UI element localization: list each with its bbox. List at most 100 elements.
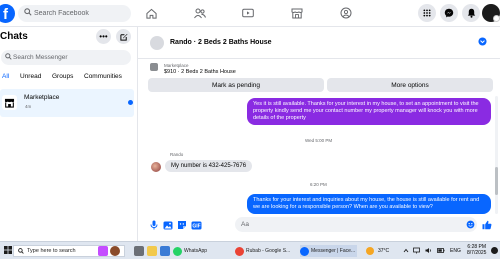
store-icon[interactable] [160,246,170,256]
sender-avatar[interactable] [151,162,161,172]
scrollbar-track [495,96,498,214]
task-view-icon[interactable] [134,246,144,256]
marketplace-icon [4,98,15,108]
message-composer: GIF [138,216,500,236]
search-icon [24,8,32,16]
messenger-button[interactable] [440,4,458,22]
whatsapp-icon [173,246,182,256]
search-icon [5,53,12,60]
message-scrollbar[interactable] [494,96,499,214]
gif-button[interactable]: GIF [190,219,202,231]
copilot-icon[interactable] [98,246,108,256]
svg-text:GIF: GIF [192,223,200,229]
like-button[interactable] [481,219,493,231]
context-label: Marketplace [164,63,189,68]
messenger-search-input[interactable] [13,50,125,65]
volume-icon[interactable] [425,247,432,254]
new-message-button[interactable] [116,29,131,44]
photo-icon [163,221,173,229]
friends-tab[interactable] [190,4,210,22]
attach-photo-button[interactable] [162,219,174,231]
taskbar-app-whatsapp[interactable]: WhatsApp [173,245,207,257]
listing-title[interactable]: Rando · 2 Beds 2 Baths House [170,39,272,46]
thumbs-up-icon [482,220,492,230]
search-icon [18,248,24,254]
facebook-search-input[interactable] [34,6,126,21]
chrome-icon [235,246,244,256]
watch-tab[interactable] [238,4,258,22]
profile-avatar[interactable] [482,4,500,22]
facebook-logo[interactable]: f [0,4,15,23]
message-input-box[interactable] [235,217,477,232]
compose-icon [119,33,127,41]
file-explorer-icon[interactable] [147,246,157,256]
chevron-down-icon[interactable] [478,37,487,46]
home-icon [145,8,157,19]
notification-center-icon[interactable] [491,247,498,254]
menu-button[interactable] [418,4,436,22]
message-timestamp: Wed 5:00 PM [305,138,333,143]
taskbar-app-label: Rubab - Google S... [246,248,291,254]
notifications-button[interactable] [462,4,480,22]
taskbar-app-messenger[interactable]: Messenger | Face... [300,245,358,257]
message-outgoing[interactable]: Yes it is still available. Thanks for yo… [247,98,491,125]
message-outgoing[interactable]: Thanks for your interest and inquiries a… [247,194,491,214]
mark-as-pending-button[interactable]: Mark as pending [148,78,324,92]
chats-title: Chats [0,31,28,42]
taskbar-app-label: WhatsApp [184,248,208,254]
conversation-title: Marketplace [24,94,60,101]
listing-thumbnail [150,63,158,71]
filter-tab-communities[interactable]: Communities [84,73,122,80]
taskbar-search-box[interactable] [13,245,125,257]
more-options-button[interactable]: More options [327,78,493,92]
message-input[interactable] [241,217,461,232]
network-icon[interactable] [413,247,420,254]
message-timestamp: 6:20 PM [310,182,327,187]
messenger-icon [444,8,454,18]
sticker-icon [178,221,186,229]
filter-tab-unread[interactable]: Unread [20,73,41,80]
marketplace-tab[interactable] [287,4,307,22]
taskbar-app-chrome[interactable]: Rubab - Google S... [235,245,290,257]
football-widget-icon[interactable] [110,246,120,256]
filter-tab-groups[interactable]: Groups [52,73,73,80]
windows-start-icon[interactable] [4,246,12,254]
friends-icon [194,8,206,18]
input-language[interactable]: ENG [450,248,461,254]
message-list: Yes it is still available. Thanks for yo… [138,96,493,214]
emoji-icon[interactable] [466,220,475,229]
bell-icon [467,8,475,18]
sender-name: Rando [170,152,184,157]
messenger-icon [300,246,309,256]
chevron-up-icon[interactable] [403,248,409,253]
voice-clip-button[interactable] [148,219,160,231]
weather-temperature[interactable]: 37°C [378,248,389,254]
listing-avatar[interactable] [150,36,164,50]
unread-indicator [128,100,133,105]
facebook-search-box[interactable] [18,5,131,22]
sticker-button[interactable] [176,219,188,231]
conversation-item-marketplace[interactable]: Marketplace 4m [0,89,134,117]
taskbar-app-label: Messenger | Face... [311,248,356,254]
groups-icon [340,7,352,19]
marketplace-icon [291,8,303,18]
weather-icon[interactable] [366,247,374,255]
clock[interactable]: 6:28 PM 8/7/2025 [467,244,486,256]
chats-sidebar: Chats ••• All Unread Groups Communities … [0,27,138,241]
chat-header: Rando · 2 Beds 2 Baths House [138,27,500,59]
home-tab[interactable] [141,4,161,22]
messenger-search-box[interactable] [1,50,131,65]
scrollbar-thumb[interactable] [495,167,498,195]
more-dots-icon: ••• [99,32,108,41]
watch-icon [242,8,254,17]
marketplace-thumbnail [2,95,17,110]
message-incoming[interactable]: My number is 432-425-7676 [165,160,253,172]
chat-options-button[interactable]: ••• [96,29,111,44]
filter-tab-all[interactable]: All [2,73,9,80]
battery-icon[interactable] [437,247,445,254]
clock-date: 8/7/2025 [467,250,487,256]
chat-pane: Rando · 2 Beds 2 Baths House Marketplace… [138,27,500,241]
top-navigation-bar: f [0,0,500,27]
listing-price-detail: $910 · 2 Beds 2 Baths House [164,69,236,75]
groups-tab[interactable] [336,4,356,22]
